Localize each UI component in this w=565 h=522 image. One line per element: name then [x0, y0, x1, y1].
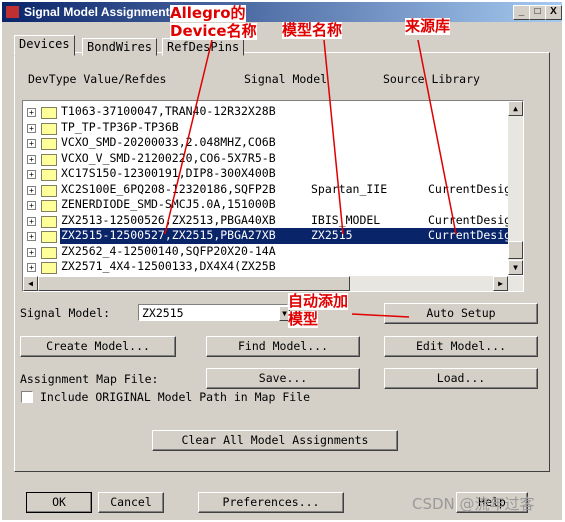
- tab-devices[interactable]: Devices: [14, 35, 75, 56]
- annotation-source: 来源库: [405, 17, 451, 35]
- annotation-auto-line1: 自动添加: [288, 292, 349, 310]
- annotation-device-line1: Allegro的: [170, 4, 246, 22]
- annotation-model: 模型名称: [282, 21, 343, 39]
- annotation-line-source: [417, 39, 457, 235]
- annotation-line-model: [323, 39, 344, 235]
- annotation-line-device: [164, 39, 213, 235]
- annotation-device-line2: Device名称: [170, 22, 257, 40]
- annotation-lines: [164, 39, 457, 318]
- annotation-auto-line2: 模型: [288, 310, 319, 328]
- annotation-line-auto: [351, 313, 410, 318]
